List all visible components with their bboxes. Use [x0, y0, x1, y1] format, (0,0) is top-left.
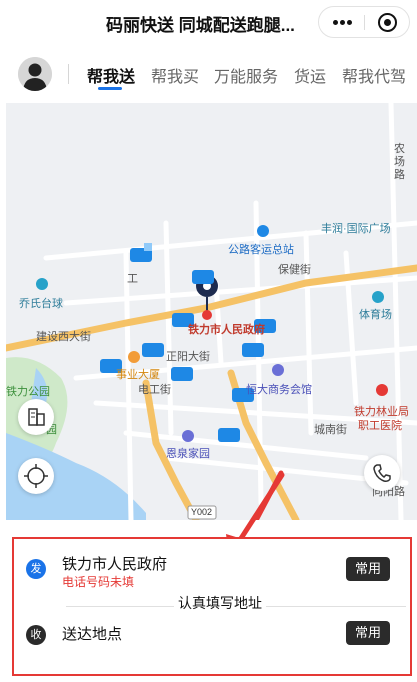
fill-address-note: 认真填写地址 — [174, 593, 266, 613]
user-avatar-icon — [18, 57, 52, 91]
mini-program-capsule — [318, 6, 410, 38]
map-label-enquan-homes: 恩泉家园 — [166, 448, 210, 460]
avatar[interactable] — [18, 57, 52, 91]
map-label-stadium: 体育场 — [359, 309, 392, 321]
tab-help-send[interactable]: 帮我送 — [87, 63, 135, 87]
receiver-common-button[interactable]: 常用 — [346, 621, 390, 645]
map-label-jianshe-west-street: 建设西大街 — [36, 331, 91, 343]
city-buildings-button[interactable] — [18, 399, 54, 435]
locate-button[interactable] — [18, 458, 54, 494]
map-label-hengda-hall: 恒大商务会馆 — [246, 384, 312, 396]
address-card: 发 铁力市人民政府 电话号码未填 常用 认真填写地址 收 送达地点 常用 — [12, 537, 412, 676]
app-title: 码丽快送 同城配送跑腿... — [106, 16, 295, 35]
sender-common-button[interactable]: 常用 — [346, 557, 390, 581]
map-label-bus-station: 公路客运总站 — [228, 244, 294, 256]
locate-crosshair-icon — [24, 464, 48, 488]
map-label-road-code: Y002 — [191, 507, 213, 517]
service-tabs: 帮我送 帮我买 万能服务 货运 帮我代驾 — [0, 50, 417, 98]
tab-universal-service[interactable]: 万能服务 — [214, 63, 278, 87]
map-label-tieli-park: 铁力公园 — [6, 386, 50, 398]
phone-icon — [373, 464, 391, 482]
capsule-divider — [364, 15, 365, 30]
map-label-chengnan-street: 城南街 — [314, 424, 347, 436]
map-view[interactable]: 农场路 丰润·国际广场 公路客运总站 保健街 工 乔氏台球 体育场 建设西大街 … — [6, 103, 417, 520]
city-buildings-icon — [28, 408, 45, 426]
map-label-shiye-building: 事业大厦 — [116, 369, 160, 381]
tab-separator — [68, 64, 69, 84]
receiver-badge: 收 — [26, 625, 46, 645]
sender-address[interactable]: 铁力市人民政府 — [62, 553, 167, 574]
sender-phone-warning[interactable]: 电话号码未填 — [62, 573, 134, 590]
map-label-worker-hospital: 职工医院 — [358, 420, 402, 432]
map-label-fengrun-plaza: 丰润·国际广场 — [321, 223, 391, 235]
map-label-gong: 工 — [127, 273, 138, 285]
map-label-nongchang-road: 农场路 — [394, 143, 405, 181]
sender-badge: 发 — [26, 559, 46, 579]
poi-billiards-icon — [36, 278, 48, 290]
map-label-diangong-street: 电工街 — [138, 384, 171, 396]
tab-freight[interactable]: 货运 — [294, 63, 326, 87]
map-label-qiaoshi-billiards: 乔氏台球 — [19, 298, 63, 310]
poi-building-icon — [128, 351, 140, 363]
receiver-address[interactable]: 送达地点 — [62, 623, 122, 644]
tab-designated-driver[interactable]: 帮我代驾 — [342, 63, 406, 87]
poi-stadium-icon — [372, 291, 384, 303]
tab-help-buy[interactable]: 帮我买 — [151, 63, 199, 87]
poi-hotel-icon — [272, 364, 284, 376]
poi-bus-station-icon — [257, 225, 269, 237]
poi-hospital-icon — [376, 384, 388, 396]
map-label-baojian-street: 保健街 — [278, 264, 311, 276]
poi-residence-icon — [182, 430, 194, 442]
map-label-zhengyang-street: 正阳大街 — [166, 351, 210, 363]
title-bar: 码丽快送 同城配送跑腿... — [0, 0, 417, 44]
map-canvas — [6, 103, 417, 520]
target-circle-icon[interactable] — [378, 13, 397, 32]
more-dots-icon[interactable] — [333, 20, 353, 26]
phone-button[interactable] — [364, 455, 400, 491]
active-tab-indicator — [98, 87, 122, 90]
map-label-government: 铁力市人民政府 — [188, 324, 265, 336]
